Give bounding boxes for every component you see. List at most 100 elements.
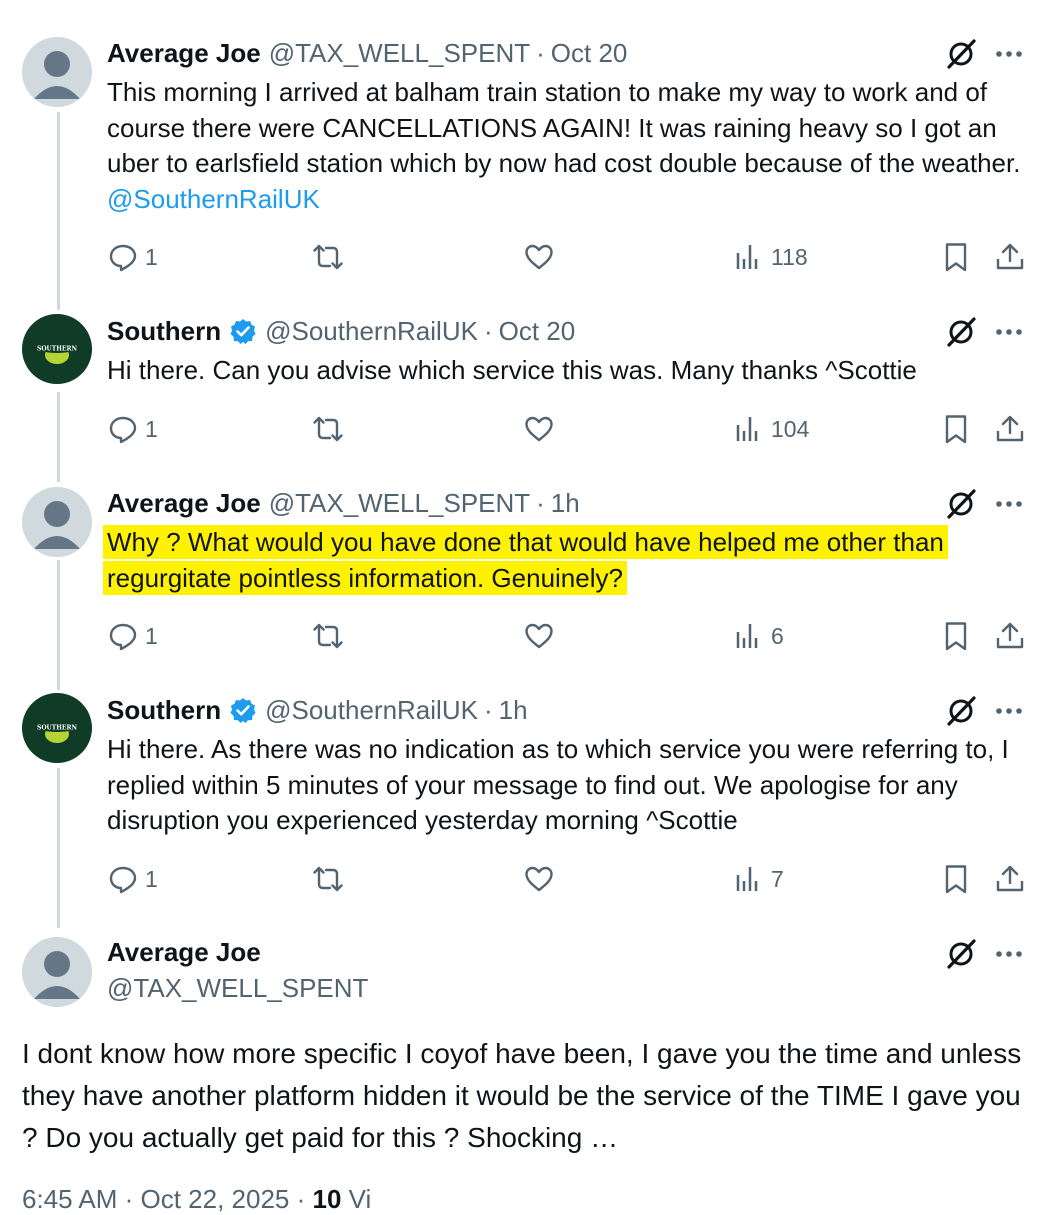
timestamp[interactable]: 1h bbox=[551, 488, 580, 519]
grok-icon[interactable] bbox=[944, 37, 978, 71]
like-icon bbox=[523, 413, 555, 445]
avatar[interactable] bbox=[22, 37, 92, 107]
display-name[interactable]: Average Joe bbox=[107, 488, 261, 519]
bookmark-icon bbox=[940, 863, 972, 895]
bookmark-button[interactable] bbox=[940, 412, 972, 446]
timestamp[interactable]: Oct 20 bbox=[499, 316, 576, 347]
verified-badge-icon bbox=[229, 696, 257, 724]
views-button[interactable]: 118 bbox=[733, 240, 808, 274]
tweet-header: Average Joe @TAX_WELL_SPENT · 1h bbox=[107, 487, 580, 519]
display-name[interactable]: Average Joe bbox=[107, 937, 261, 968]
grok-icon[interactable] bbox=[944, 315, 978, 349]
more-icon[interactable] bbox=[993, 315, 1025, 349]
tweet-text: Hi there. Can you advise which service t… bbox=[107, 355, 917, 385]
share-button[interactable] bbox=[994, 412, 1026, 446]
tweet-text: This morning I arrived at balham train s… bbox=[107, 77, 1021, 214]
thread-line bbox=[57, 768, 60, 928]
share-icon bbox=[994, 241, 1026, 273]
retweet-button[interactable] bbox=[312, 240, 344, 274]
reply-count: 1 bbox=[145, 865, 158, 892]
views-button[interactable]: 6 bbox=[733, 619, 784, 653]
view-count: 6 bbox=[771, 622, 784, 649]
more-icon[interactable] bbox=[993, 37, 1025, 71]
grok-icon[interactable] bbox=[944, 694, 978, 728]
share-button[interactable] bbox=[994, 862, 1026, 896]
reply-button[interactable]: 1 bbox=[107, 619, 158, 653]
views-label: Vi bbox=[348, 1184, 372, 1214]
handle[interactable]: @SouthernRailUK bbox=[265, 695, 478, 726]
like-button[interactable] bbox=[523, 412, 555, 446]
view-count: 118 bbox=[771, 243, 808, 270]
display-name[interactable]: Southern bbox=[107, 316, 221, 347]
post-timestamp[interactable]: 6:45 AM · Oct 22, 2025 bbox=[22, 1184, 289, 1214]
bookmark-icon bbox=[940, 620, 972, 652]
retweet-button[interactable] bbox=[312, 862, 344, 896]
bookmark-button[interactable] bbox=[940, 862, 972, 896]
display-name[interactable]: Average Joe bbox=[107, 38, 261, 69]
avatar[interactable]: SOUTHERN bbox=[22, 693, 92, 763]
handle[interactable]: @SouthernRailUK bbox=[265, 316, 478, 347]
retweet-icon bbox=[312, 241, 344, 273]
more-icon[interactable] bbox=[993, 937, 1025, 971]
action-bar: 1 7 bbox=[107, 862, 1037, 896]
reply-button[interactable]: 1 bbox=[107, 412, 158, 446]
like-button[interactable] bbox=[523, 619, 555, 653]
grok-icon[interactable] bbox=[944, 937, 978, 971]
brand-logo-text: SOUTHERN bbox=[37, 725, 77, 732]
views-button[interactable]: 7 bbox=[733, 862, 784, 896]
views-icon bbox=[733, 620, 765, 652]
reply-count: 1 bbox=[145, 622, 158, 649]
tweet-text: Why ? What would you have done that woul… bbox=[103, 525, 987, 596]
tweet-text: Hi there. As there was no indication as … bbox=[107, 734, 1009, 835]
thread-line bbox=[57, 560, 60, 690]
share-icon bbox=[994, 620, 1026, 652]
like-icon bbox=[523, 620, 555, 652]
more-icon[interactable] bbox=[993, 694, 1025, 728]
tweet-header: Average Joe @TAX_WELL_SPENT · Oct 20 bbox=[107, 37, 628, 69]
display-name[interactable]: Southern bbox=[107, 695, 221, 726]
action-bar: 1 104 bbox=[107, 412, 1037, 446]
handle[interactable]: @TAX_WELL_SPENT bbox=[269, 488, 530, 519]
retweet-icon bbox=[312, 863, 344, 895]
avatar[interactable] bbox=[22, 487, 92, 557]
thread-line bbox=[57, 112, 60, 310]
reply-button[interactable]: 1 bbox=[107, 240, 158, 274]
reply-button[interactable]: 1 bbox=[107, 862, 158, 896]
share-icon bbox=[994, 863, 1026, 895]
mention-link[interactable]: @SouthernRailUK bbox=[107, 184, 320, 214]
reply-icon bbox=[107, 241, 139, 273]
handle[interactable]: @TAX_WELL_SPENT bbox=[269, 38, 530, 69]
tweet-text: I dont know how more specific I coyof ha… bbox=[22, 1038, 1022, 1153]
bookmark-button[interactable] bbox=[940, 240, 972, 274]
share-button[interactable] bbox=[994, 619, 1026, 653]
view-count: 10 bbox=[312, 1184, 342, 1214]
avatar[interactable]: SOUTHERN bbox=[22, 314, 92, 384]
retweet-button[interactable] bbox=[312, 412, 344, 446]
views-icon bbox=[733, 241, 765, 273]
bookmark-icon bbox=[940, 241, 972, 273]
timestamp[interactable]: Oct 20 bbox=[551, 38, 628, 69]
retweet-button[interactable] bbox=[312, 619, 344, 653]
thread-line bbox=[57, 392, 60, 482]
avatar[interactable] bbox=[22, 937, 92, 1007]
view-count: 104 bbox=[771, 415, 810, 442]
views-icon bbox=[733, 863, 765, 895]
grok-icon[interactable] bbox=[944, 487, 978, 521]
share-icon bbox=[994, 413, 1026, 445]
more-icon[interactable] bbox=[993, 487, 1025, 521]
like-icon bbox=[523, 241, 555, 273]
brand-logo-text: SOUTHERN bbox=[37, 346, 77, 353]
handle[interactable]: @TAX_WELL_SPENT bbox=[107, 973, 368, 1004]
share-button[interactable] bbox=[994, 240, 1026, 274]
retweet-icon bbox=[312, 620, 344, 652]
bookmark-icon bbox=[940, 413, 972, 445]
timestamp[interactable]: 1h bbox=[499, 695, 528, 726]
verified-badge-icon bbox=[229, 317, 257, 345]
action-bar: 1 118 bbox=[107, 240, 1037, 274]
views-icon bbox=[733, 413, 765, 445]
bookmark-button[interactable] bbox=[940, 619, 972, 653]
like-button[interactable] bbox=[523, 862, 555, 896]
like-button[interactable] bbox=[523, 240, 555, 274]
reply-icon bbox=[107, 413, 139, 445]
views-button[interactable]: 104 bbox=[733, 412, 809, 446]
